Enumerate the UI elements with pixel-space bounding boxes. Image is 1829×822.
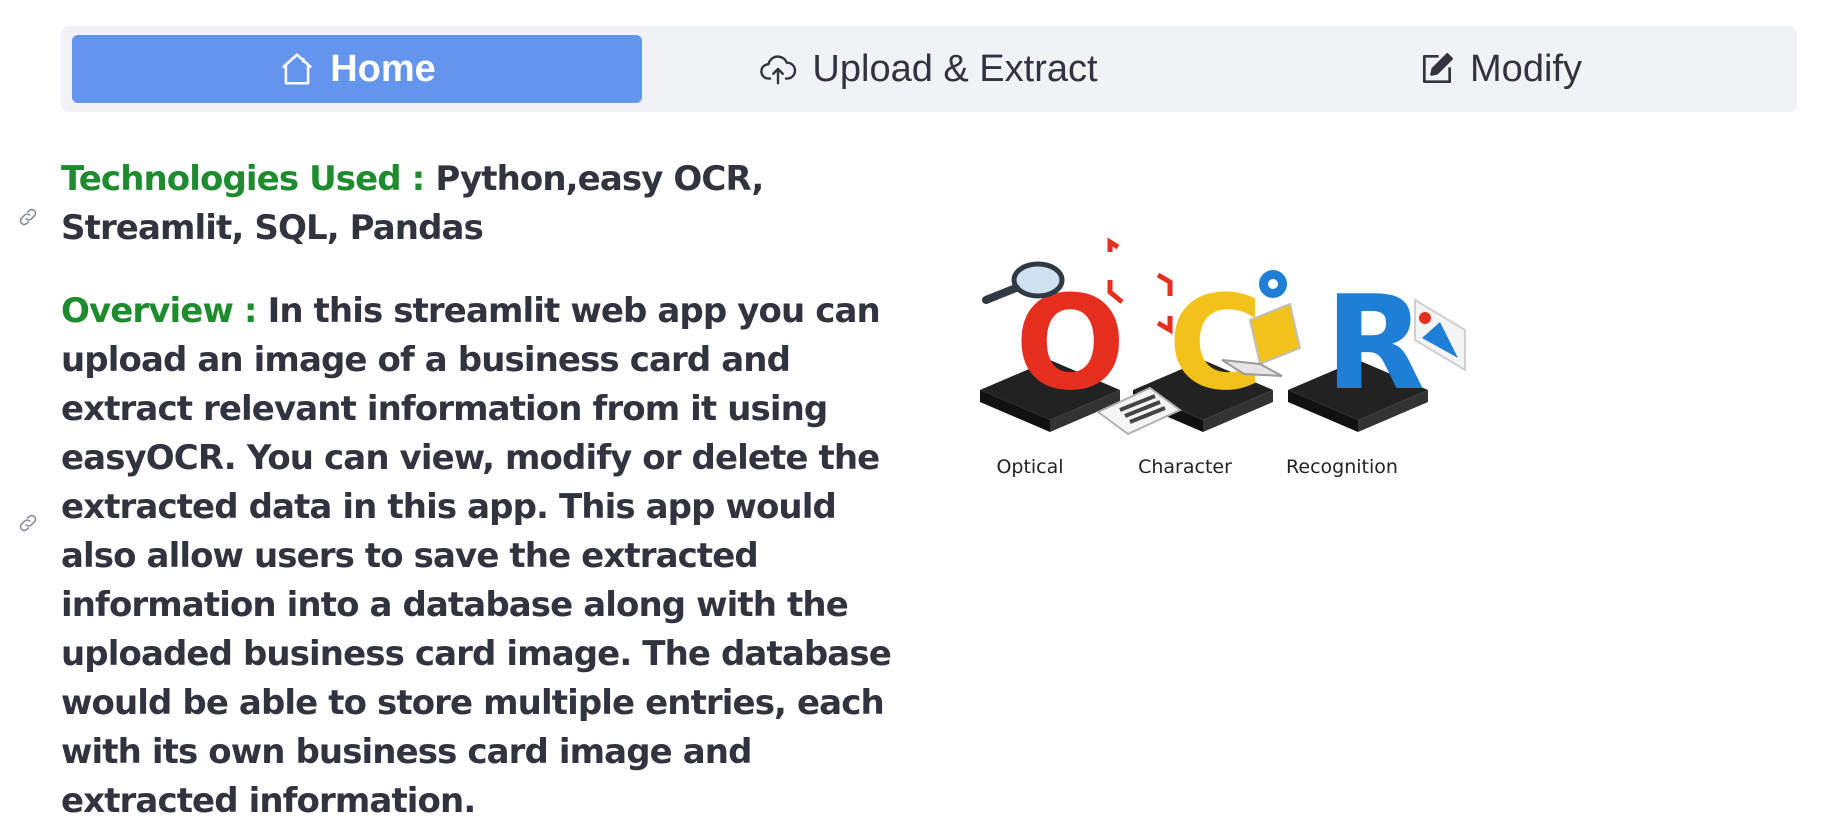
nav-item-upload-extract[interactable]: Upload & Extract bbox=[642, 35, 1214, 103]
nav-item-label: Home bbox=[330, 47, 436, 90]
gear-icon bbox=[1259, 270, 1287, 298]
home-icon bbox=[278, 50, 316, 88]
overview-label: Overview : bbox=[61, 291, 258, 331]
overview-text: In this streamlit web app you can upload… bbox=[61, 291, 892, 821]
nav-item-label: Upload & Extract bbox=[812, 47, 1098, 90]
technologies-label: Technologies Used : bbox=[61, 159, 425, 199]
letter-r: R bbox=[1325, 267, 1425, 419]
cloud-upload-icon bbox=[758, 50, 798, 88]
link-icon[interactable] bbox=[17, 499, 39, 532]
caption-character: Character bbox=[1138, 456, 1232, 478]
magnifier-icon bbox=[982, 261, 1065, 304]
main-content: Technologies Used : Python,easy OCR, Str… bbox=[19, 155, 921, 822]
caption-optical: Optical bbox=[996, 456, 1063, 478]
letter-c: C bbox=[1168, 267, 1263, 419]
technologies-paragraph: Technologies Used : Python,easy OCR, Str… bbox=[19, 155, 921, 253]
nav-item-home[interactable]: Home bbox=[72, 35, 642, 103]
nav-menu: Home Upload & Extract Modify bbox=[61, 26, 1797, 112]
app-page: Home Upload & Extract Modify Technologie… bbox=[0, 0, 1829, 822]
ocr-illustration-image: O C R Optical Character Recognition bbox=[960, 220, 1480, 510]
overview-paragraph: Overview : In this streamlit web app you… bbox=[19, 287, 921, 822]
caption-recognition: Recognition bbox=[1286, 456, 1398, 478]
pencil-square-icon bbox=[1418, 50, 1456, 88]
link-icon[interactable] bbox=[17, 193, 39, 226]
nav-item-label: Modify bbox=[1470, 47, 1582, 90]
nav-item-modify[interactable]: Modify bbox=[1214, 35, 1786, 103]
